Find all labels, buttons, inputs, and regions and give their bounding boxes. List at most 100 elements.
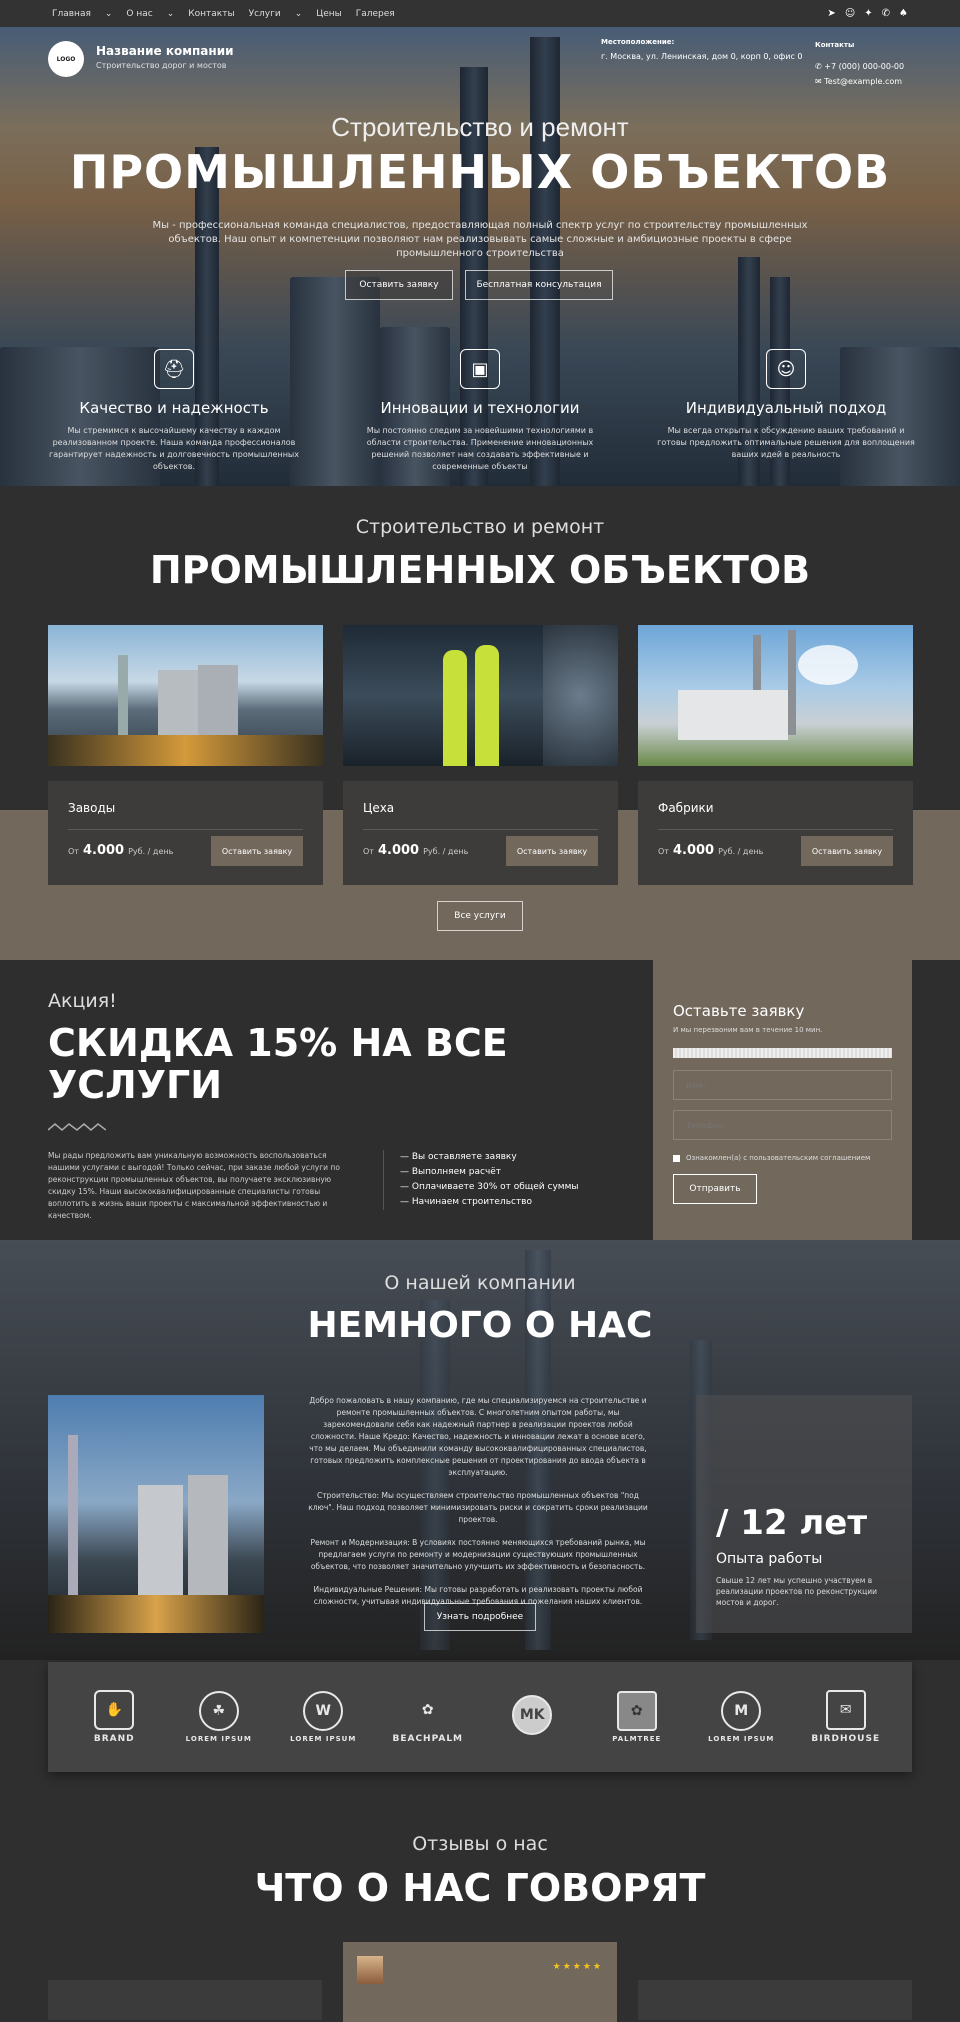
feature-individual: ☺ Индивидуальный подход Мы всегда открыт… <box>646 349 926 461</box>
request-button[interactable]: Оставить заявку <box>345 270 453 300</box>
card-price: От 4.000 Руб. / день <box>363 843 469 858</box>
about-title: НЕМНОГО О НАС <box>307 1305 653 1346</box>
experience-years: / 12 лет <box>716 1503 868 1543</box>
divider <box>68 829 303 830</box>
partner-logo[interactable]: ✉ BIRDHOUSE <box>802 1690 890 1744</box>
services-title: ПРОМЫШЛЕННЫХ ОБЪЕКТОВ <box>149 548 811 592</box>
step-item: — Начинаем строительство <box>400 1197 532 1207</box>
request-form: Оставьте заявку И мы перезвоним вам в те… <box>653 960 912 1240</box>
all-services-button[interactable]: Все услуги <box>437 901 523 931</box>
contacts-block: Контакты ✆ +7 (000) 000-00-00 ✉ Test@exa… <box>815 38 904 89</box>
service-card-plants: Заводы От 4.000 Руб. / день Оставить заявк… <box>48 781 323 885</box>
menu-item-contacts[interactable]: Контакты <box>188 9 234 19</box>
email-link[interactable]: ✉ Test@example.com <box>815 74 904 89</box>
partner-logos: ✋ BRAND ☘ LOREM IPSUM W LOREM IPSUM ✿ BEACHP… <box>48 1662 912 1772</box>
menu-item-gallery[interactable]: Галерея <box>356 9 395 19</box>
factory-image <box>48 625 323 766</box>
feature-title: Индивидуальный подход <box>685 399 887 417</box>
whatsapp-icon[interactable]: ✆ <box>882 8 890 19</box>
phone-field[interactable] <box>673 1110 892 1140</box>
card-price: От 4.000 Руб. / день <box>68 843 174 858</box>
hero-description: Мы - профессиональная команда специалист… <box>152 220 808 259</box>
step-item: — Вы оставляете заявку <box>400 1152 517 1162</box>
snapchat-icon[interactable]: ♠ <box>899 8 908 19</box>
about-text: Добро пожаловать в нашу компанию, где мы… <box>306 1395 650 1619</box>
menu-item-about[interactable]: О нас <box>126 9 152 19</box>
consent-checkbox[interactable] <box>673 1154 680 1162</box>
services-subtitle: Строительство и ремонт <box>355 516 605 538</box>
palm-icon: ☘ <box>198 1691 239 1731</box>
divider <box>658 829 893 830</box>
hero-title: ПРОМЫШЛЕННЫХ ОБЪЕКТОВ <box>69 145 891 199</box>
step-item: — Выполняем расчёт <box>400 1167 502 1177</box>
phone-link[interactable]: ✆ +7 (000) 000-00-00 <box>815 59 904 74</box>
contacts-label: Контакты <box>815 41 855 49</box>
feature-innovation: ▣ Инновации и технологии Мы постоянно сл… <box>340 349 620 473</box>
menu-item-home[interactable]: Главная <box>52 9 91 19</box>
form-title: Оставьте заявку <box>673 1002 805 1020</box>
divider <box>363 829 598 830</box>
phone-icon: ✆ <box>815 62 825 71</box>
review-card <box>638 1980 912 2020</box>
chip-icon: ▣ <box>460 349 500 389</box>
feature-title: Инновации и технологии <box>380 399 580 417</box>
reviews-title: ЧТО О НАС ГОВОРЯТ <box>254 1866 706 1910</box>
telegram-icon[interactable]: ➤ <box>827 8 835 19</box>
hero-subtitle: Строительство и ремонт <box>331 112 629 142</box>
learn-more-button[interactable]: Узнать подробнее <box>424 1603 536 1631</box>
review-card <box>48 1980 322 2020</box>
mail-icon: ✉ <box>815 77 825 86</box>
review-card-active: ★★★★★ <box>343 1942 617 2022</box>
chevron-down-icon[interactable]: ⌄ <box>105 9 113 19</box>
company-tagline: Строительство дорог и мостов <box>96 61 227 70</box>
palm-tree-icon: ✿ <box>421 1702 434 1718</box>
card-price: От 4.000 Руб. / день <box>658 843 764 858</box>
partner-logo[interactable]: MK <box>488 1695 576 1739</box>
submit-button[interactable]: Отправить <box>673 1174 757 1204</box>
experience-label: Опыта работы <box>716 1551 823 1567</box>
menu-item-prices[interactable]: Цены <box>316 9 342 19</box>
about-factory-image <box>48 1395 264 1633</box>
palm-square-icon: ✿ <box>616 1691 657 1731</box>
logo[interactable]: LOGO <box>48 41 84 77</box>
top-navbar: Главная ⌄ О нас ⌄ Контакты Услуги ⌄ Цены Га… <box>0 0 960 27</box>
service-card-factories: Фабрики От 4.000 Руб. / день Оставить заяв… <box>638 781 913 885</box>
chevron-down-icon[interactable]: ⌄ <box>167 9 175 19</box>
chevron-down-icon[interactable]: ⌄ <box>295 9 303 19</box>
location-label: Местоположение: <box>601 38 675 46</box>
feature-title: Качество и надежность <box>79 399 269 417</box>
engineer-icon: ⛑ <box>154 349 194 389</box>
twitter-icon[interactable]: ✦ <box>864 8 872 19</box>
experience-card: / 12 лет Опыта работы Свыше 12 лет мы ус… <box>696 1395 912 1633</box>
company-name: Название компании <box>96 44 234 58</box>
partner-logo[interactable]: ✋ BRAND <box>70 1690 158 1744</box>
card-request-button[interactable]: Оставить заявку <box>211 836 303 866</box>
partner-logo[interactable]: W LOREM IPSUM <box>279 1691 367 1743</box>
partner-logo[interactable]: M LOREM IPSUM <box>697 1691 785 1743</box>
avatar <box>357 1956 383 1984</box>
about-subtitle: О нашей компании <box>384 1272 576 1294</box>
partner-logo[interactable]: ✿ BEACHPALM <box>384 1690 472 1744</box>
location-block: Местоположение: г. Москва, ул. Ленинская… <box>601 38 802 61</box>
card-request-button[interactable]: Оставить заявку <box>801 836 893 866</box>
about-paragraph: Ремонт и Модернизация: В условиях постоя… <box>310 1538 646 1571</box>
plant-image <box>638 625 913 766</box>
card-title: Фабрики <box>658 801 714 815</box>
about-paragraph: Строительство: Мы осуществляем строитель… <box>308 1491 648 1524</box>
consultation-button[interactable]: Бесплатная консультация <box>465 270 613 300</box>
company-block: Название компании Строительство дорог и … <box>96 44 234 70</box>
feature-text: Мы постоянно следим за новейшими техноло… <box>366 426 594 471</box>
promo-text: Мы рады предложить вам уникальную возмож… <box>48 1151 340 1220</box>
location-value: г. Москва, ул. Ленинская, дом 0, корп 0,… <box>601 52 803 61</box>
about-paragraph: Добро пожаловать в нашу компанию, где мы… <box>309 1396 647 1477</box>
name-field[interactable] <box>673 1070 892 1100</box>
consent-row: Ознакомлен(а) с пользовательским соглаше… <box>673 1154 892 1162</box>
odnoklassniki-icon[interactable]: ☺ <box>845 8 855 19</box>
partner-logo[interactable]: ✿ PALMTREE <box>593 1691 681 1743</box>
worker-icon: ☺ <box>766 349 806 389</box>
workers-image <box>343 625 618 766</box>
partner-logo[interactable]: ☘ LOREM IPSUM <box>175 1691 263 1743</box>
experience-text: Свыше 12 лет мы успешно участвуем в реал… <box>716 1576 877 1607</box>
menu-item-services[interactable]: Услуги <box>249 9 281 19</box>
card-request-button[interactable]: Оставить заявку <box>506 836 598 866</box>
